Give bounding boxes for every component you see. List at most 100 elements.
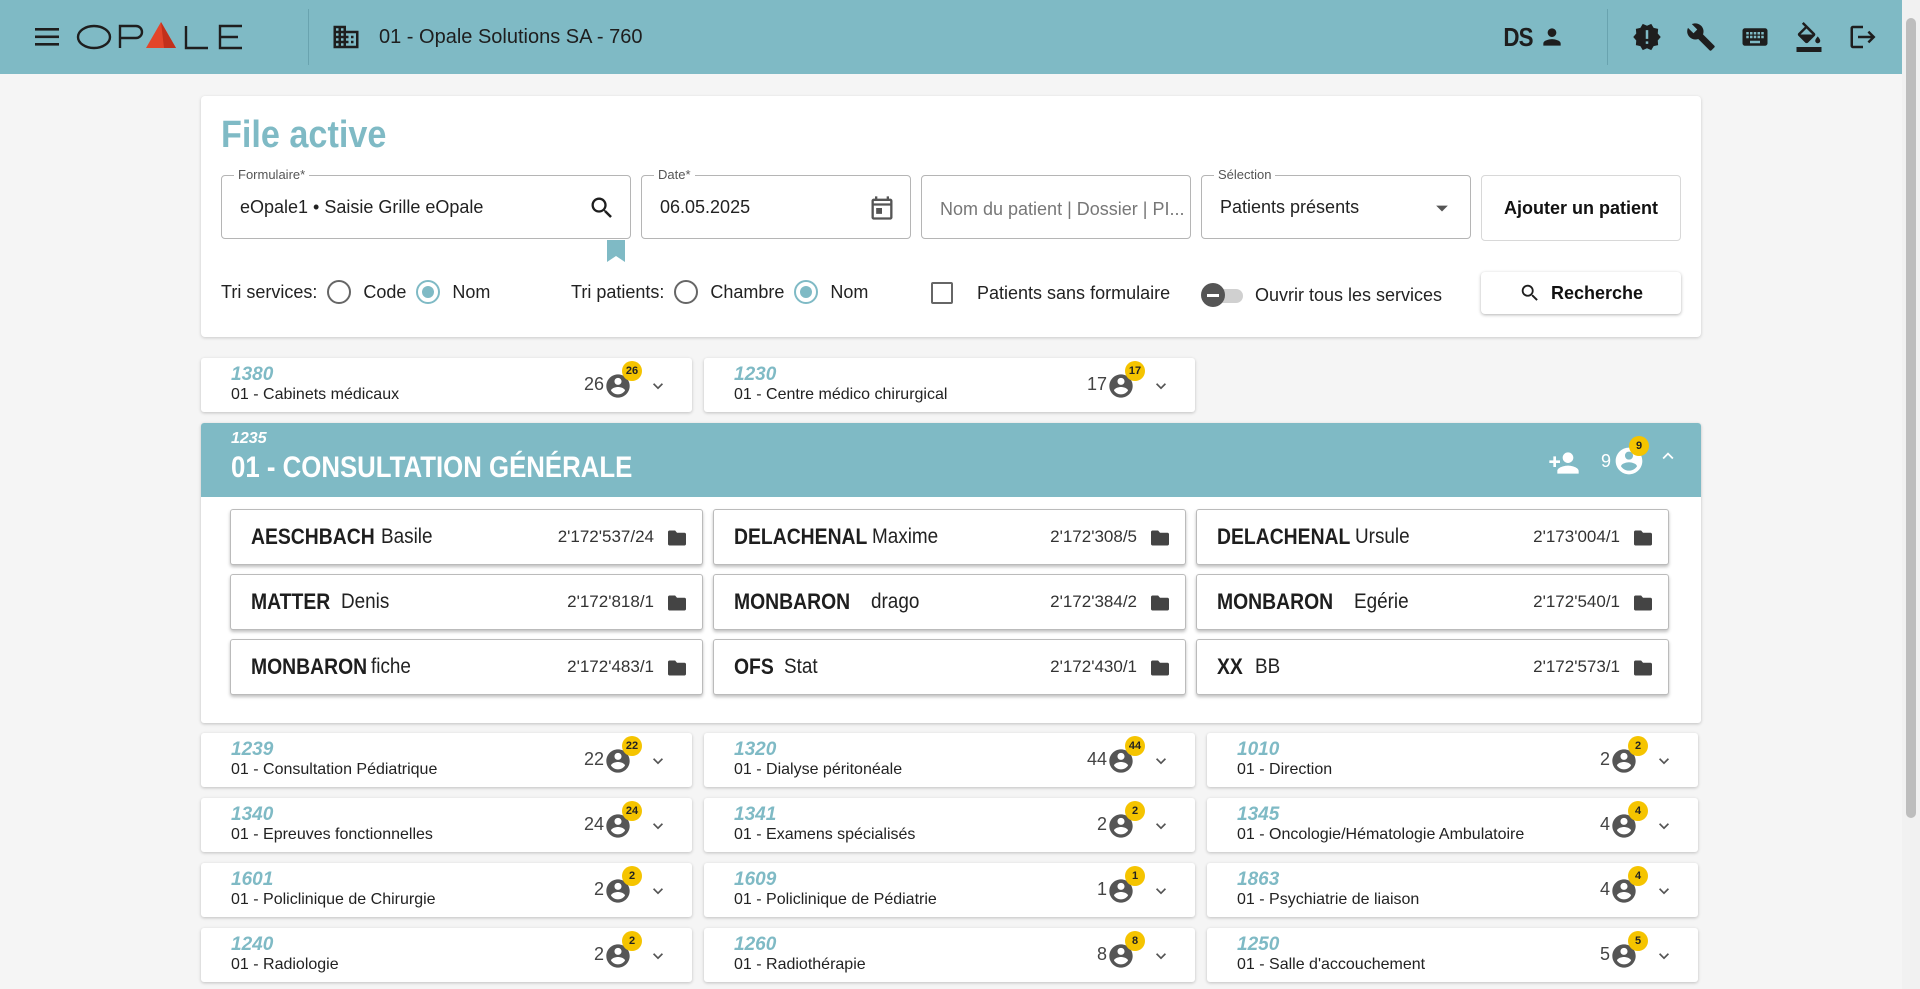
sort-patients-room-radio[interactable] xyxy=(674,280,699,304)
service-badge: 8 xyxy=(1125,931,1145,951)
folder-icon[interactable] xyxy=(1151,530,1169,546)
chevron-down-icon[interactable] xyxy=(648,816,668,836)
service-badge: 26 xyxy=(622,361,642,381)
folder-icon[interactable] xyxy=(1634,660,1652,676)
patient-first-name: Maxime xyxy=(872,525,939,548)
patient-id: 2'173'004/1 xyxy=(1533,527,1620,546)
folder-icon[interactable] xyxy=(1634,595,1652,611)
folder-icon[interactable] xyxy=(1634,530,1652,546)
chevron-down-icon[interactable] xyxy=(1654,816,1674,836)
patient-card[interactable]: AESCHBACH Basile 2'172'537/24 xyxy=(230,509,703,565)
chevron-down-icon[interactable] xyxy=(1151,881,1171,901)
expanded-service: 1235 01 - CONSULTATION GÉNÉRALE 9 9 AESC… xyxy=(201,423,1701,723)
patient-id: 2'172'430/1 xyxy=(1050,657,1137,676)
sort-patients-label: Tri patients: xyxy=(571,281,665,302)
sort-patients-name-radio[interactable] xyxy=(794,280,819,304)
chevron-down-icon[interactable] xyxy=(1654,751,1674,771)
patient-first-name: Ursule xyxy=(1355,525,1410,548)
chevron-down-icon[interactable] xyxy=(648,946,668,966)
toggle-thumb xyxy=(1201,283,1225,307)
user-menu[interactable]: DS xyxy=(1501,22,1565,53)
menu-icon[interactable] xyxy=(32,21,64,53)
scrollbar-thumb[interactable] xyxy=(1906,18,1916,818)
no-form-label: Patients sans formulaire xyxy=(977,282,1171,303)
patient-card[interactable]: MONBARON fiche 2'172'483/1 xyxy=(230,639,703,695)
add-patient-button[interactable]: Ajouter un patient xyxy=(1481,175,1681,241)
service-card[interactable]: 1601 01 - Policlinique de Chirurgie 2 2 xyxy=(201,863,692,917)
dropdown-arrow-icon[interactable] xyxy=(1428,194,1456,222)
patient-card[interactable]: XX BB 2'172'573/1 xyxy=(1196,639,1669,695)
service-code: 1260 xyxy=(734,934,777,955)
header-divider xyxy=(308,9,309,65)
service-card[interactable]: 1609 01 - Policlinique de Pédiatrie 1 1 xyxy=(704,863,1195,917)
folder-icon[interactable] xyxy=(1151,595,1169,611)
chevron-down-icon[interactable] xyxy=(1654,881,1674,901)
patient-card[interactable]: MONBARON Egérie 2'172'540/1 xyxy=(1196,574,1669,630)
date-field[interactable]: Date* 06.05.2025 xyxy=(641,167,911,239)
folder-icon[interactable] xyxy=(668,660,686,676)
service-card[interactable]: 1239 01 - Consultation Pédiatrique 22 22 xyxy=(201,733,692,787)
patient-card[interactable]: MATTER Denis 2'172'818/1 xyxy=(230,574,703,630)
service-card[interactable]: 1341 01 - Examens spécialisés 2 2 xyxy=(704,798,1195,852)
service-card[interactable]: 1250 01 - Salle d'accouchement 5 5 xyxy=(1207,928,1698,982)
form-field[interactable]: Formulaire* eOpale1 • Saisie Grille eOpa… xyxy=(221,167,631,239)
chevron-down-icon[interactable] xyxy=(1151,376,1171,396)
chevron-down-icon[interactable] xyxy=(1151,816,1171,836)
chevron-down-icon[interactable] xyxy=(648,881,668,901)
chevron-down-icon[interactable] xyxy=(1151,751,1171,771)
patient-card[interactable]: OFS Stat 2'172'430/1 xyxy=(713,639,1186,695)
service-code: 1340 xyxy=(231,804,274,825)
chevron-down-icon[interactable] xyxy=(648,751,668,771)
patient-card[interactable]: MONBARON drago 2'172'384/2 xyxy=(713,574,1186,630)
add-person-icon[interactable] xyxy=(1548,447,1580,479)
chevron-up-icon[interactable] xyxy=(1657,445,1679,467)
calendar-icon[interactable] xyxy=(868,194,896,222)
patient-last-name: MONBARON xyxy=(734,589,851,614)
opale-logo[interactable] xyxy=(76,19,248,55)
no-form-checkbox[interactable] xyxy=(931,282,953,304)
alert-badge-icon[interactable] xyxy=(1630,20,1664,54)
sort-services-code-radio[interactable] xyxy=(327,280,352,304)
service-badge: 22 xyxy=(622,736,642,756)
patient-card[interactable]: DELACHENAL Ursule 2'173'004/1 xyxy=(1196,509,1669,565)
service-count: 4 xyxy=(1599,814,1610,834)
patient-card[interactable]: DELACHENAL Maxime 2'172'308/5 xyxy=(713,509,1186,565)
wrench-icon[interactable] xyxy=(1684,20,1718,54)
service-code: 1609 xyxy=(734,869,777,890)
paint-bucket-icon[interactable] xyxy=(1792,20,1826,54)
service-badge: 2 xyxy=(1125,801,1145,821)
expanded-service-header[interactable]: 1235 01 - CONSULTATION GÉNÉRALE 9 9 xyxy=(201,423,1701,497)
service-count: 4 xyxy=(1599,879,1610,899)
service-card[interactable]: 1345 01 - Oncologie/Hématologie Ambulato… xyxy=(1207,798,1698,852)
folder-icon[interactable] xyxy=(668,595,686,611)
expanded-service-name: 01 - CONSULTATION GÉNÉRALE xyxy=(231,451,633,484)
folder-icon[interactable] xyxy=(1151,660,1169,676)
service-card[interactable]: 1320 01 - Dialyse péritonéale 44 44 xyxy=(704,733,1195,787)
selection-dropdown[interactable]: Sélection Patients présents xyxy=(1201,167,1471,239)
chevron-down-icon[interactable] xyxy=(1654,946,1674,966)
folder-icon[interactable] xyxy=(668,530,686,546)
service-card[interactable]: 1240 01 - Radiologie 2 2 xyxy=(201,928,692,982)
keyboard-icon[interactable] xyxy=(1738,20,1772,54)
service-card[interactable]: 1010 01 - Direction 2 2 xyxy=(1207,733,1698,787)
service-badge: 24 xyxy=(622,801,642,821)
service-count: 44 xyxy=(1086,749,1107,769)
service-card[interactable]: 1340 01 - Epreuves fonctionnelles 24 24 xyxy=(201,798,692,852)
service-card[interactable]: 1230 01 - Centre médico chirurgical 17 1… xyxy=(704,358,1195,412)
open-all-toggle[interactable] xyxy=(1201,282,1247,308)
service-card[interactable]: 1380 01 - Cabinets médicaux 26 26 xyxy=(201,358,692,412)
person-icon xyxy=(1543,28,1561,46)
chevron-down-icon[interactable] xyxy=(1151,946,1171,966)
service-card[interactable]: 1260 01 - Radiothérapie 8 8 xyxy=(704,928,1195,982)
search-button[interactable]: Recherche xyxy=(1481,272,1681,314)
service-card[interactable]: 1863 01 - Psychiatrie de liaison 4 4 xyxy=(1207,863,1698,917)
sort-services-name-radio[interactable] xyxy=(416,280,441,304)
chevron-down-icon[interactable] xyxy=(648,376,668,396)
service-name: 01 - Radiothérapie xyxy=(734,956,866,973)
search-icon[interactable] xyxy=(588,194,616,222)
logout-icon[interactable] xyxy=(1846,20,1880,54)
patient-first-name: drago xyxy=(871,590,920,613)
service-badge: 5 xyxy=(1628,931,1648,951)
patient-search-input[interactable]: Nom du patient | Dossier | PI... xyxy=(921,175,1191,239)
service-code: 1601 xyxy=(231,869,274,890)
